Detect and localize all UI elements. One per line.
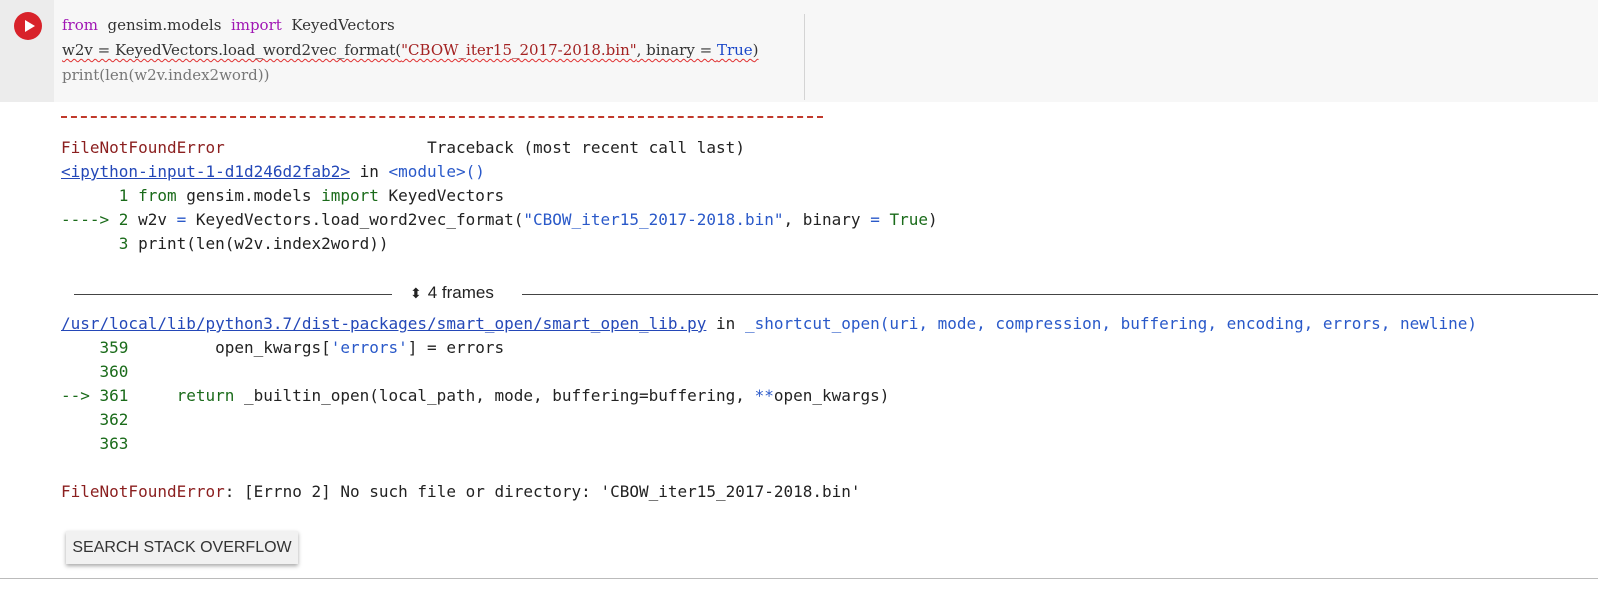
- final-error-line: FileNotFoundError: [Errno 2] No such fil…: [61, 482, 861, 501]
- traceback-location-line: <ipython-input-1-d1d246d2fab2> in <modul…: [61, 162, 485, 181]
- traceback-line-2: ----> 2 w2v = KeyedVectors.load_word2vec…: [61, 210, 938, 229]
- lib-line-363: 363: [61, 434, 139, 453]
- search-stack-overflow-button[interactable]: SEARCH STACK OVERFLOW: [66, 531, 298, 564]
- frames-rule-left: [74, 294, 392, 295]
- code-cell-input[interactable]: from gensim.models import KeyedVectors w…: [0, 0, 1598, 102]
- ipython-input-link[interactable]: <ipython-input-1-d1d246d2fab2>: [61, 162, 350, 181]
- frames-toggle[interactable]: ⬍ 4 frames: [410, 283, 494, 303]
- cell-bottom-border: [0, 578, 1598, 579]
- library-location-line: /usr/local/lib/python3.7/dist-packages/s…: [61, 314, 1478, 333]
- library-file-link[interactable]: /usr/local/lib/python3.7/dist-packages/s…: [61, 314, 706, 333]
- lib-line-361: --> 361 return _builtin_open(local_path,…: [61, 386, 890, 405]
- collapsed-frames[interactable]: ⬍ 4 frames: [74, 283, 1598, 307]
- code-line-1[interactable]: from gensim.models import KeyedVectors: [62, 13, 395, 38]
- lib-line-362: 362: [61, 410, 139, 429]
- traceback-divider: [61, 116, 823, 118]
- traceback-header-line: FileNotFoundError Traceback (most recent…: [61, 138, 745, 157]
- frames-rule-right: [522, 294, 1598, 295]
- lib-line-360: 360: [61, 362, 139, 381]
- traceback-line-3: 3 print(len(w2v.index2word)): [61, 234, 389, 253]
- lib-line-359: 359 open_kwargs['errors'] = errors: [61, 338, 505, 357]
- traceback-line-1: 1 from gensim.models import KeyedVectors: [61, 186, 505, 205]
- code-line-3[interactable]: print(len(w2v.index2word)): [62, 63, 269, 88]
- expand-chevron-icon: ⬍: [410, 285, 422, 301]
- line-ruler: [804, 14, 805, 100]
- run-cell-button[interactable]: [14, 12, 42, 40]
- code-line-2[interactable]: w2v = KeyedVectors.load_word2vec_format(…: [62, 38, 759, 63]
